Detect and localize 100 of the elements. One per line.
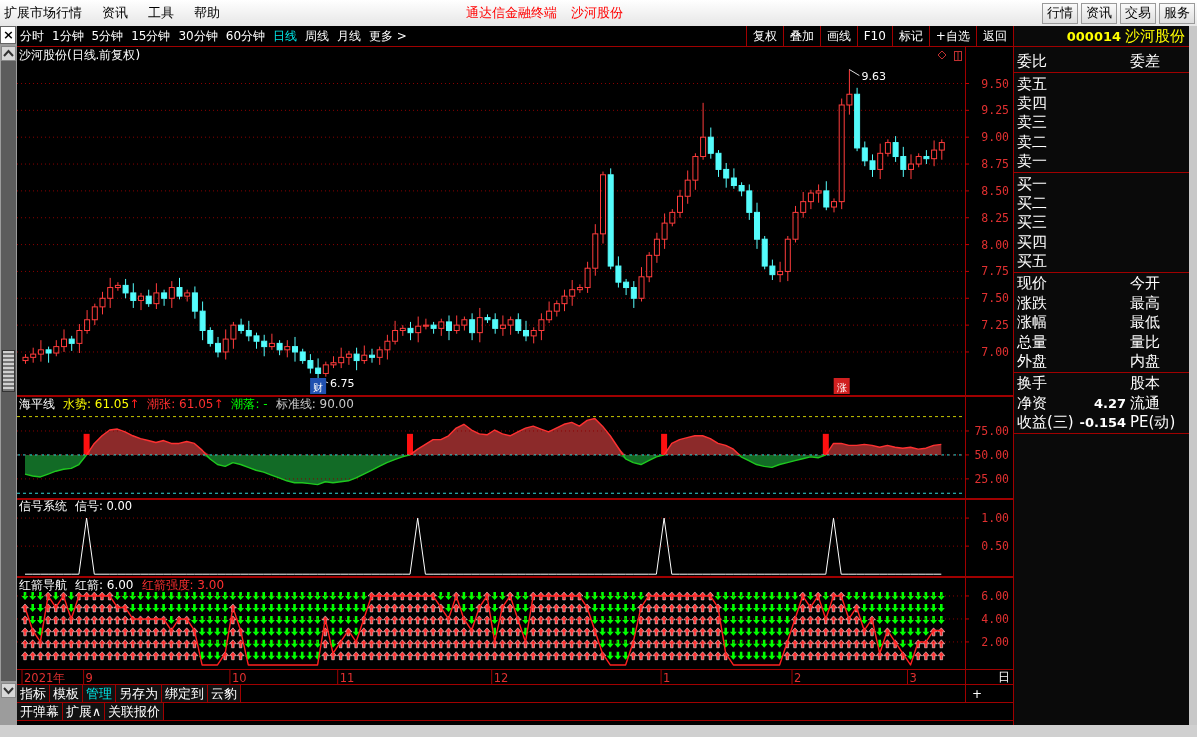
axis-label: 3: [909, 671, 917, 684]
axis-label: 7.75: [981, 264, 1009, 279]
quote-label: 收益(三): [1016, 413, 1075, 433]
axis-label: 25.00: [974, 471, 1009, 486]
legend-text: 水势: 61.05: [62, 398, 130, 411]
price-label: 9.63: [861, 69, 886, 83]
legend-text: 标准线: 90.00: [275, 398, 354, 411]
period-toggle[interactable]: 日: [997, 670, 1013, 684]
axis-label: 2021年: [23, 671, 66, 684]
period-tab[interactable]: 15分钟: [131, 27, 171, 45]
quote-label: 总量: [1016, 332, 1048, 352]
axis-label: 11: [339, 671, 355, 684]
axis-label: 8.00: [981, 237, 1009, 252]
axis-label: 75.00: [974, 423, 1009, 438]
legend-text: 潮落: -: [231, 398, 268, 411]
leader-line: [848, 69, 860, 77]
period-tab[interactable]: 更多 >: [369, 27, 407, 45]
axis-label: 2.00: [981, 634, 1009, 649]
bottom-tab[interactable]: 开弹幕: [16, 703, 63, 720]
marker-tag: 财: [310, 378, 326, 394]
axis-label: 9.25: [981, 103, 1009, 118]
axis-label: 9.50: [981, 76, 1009, 91]
bottom-tab[interactable]: 另存为: [115, 685, 162, 702]
axis-label: 8.75: [981, 157, 1009, 172]
quote-label: 卖五: [1016, 74, 1048, 94]
axis-label: 7.00: [981, 344, 1009, 359]
axis-label: 7.25: [981, 318, 1009, 333]
quote-label: 内盘: [1130, 352, 1162, 372]
bottom-tab[interactable]: 模板: [49, 685, 83, 702]
axis-label: 12: [493, 671, 509, 684]
legend-text: 红箭强度: 3.00: [141, 579, 225, 592]
period-tab[interactable]: 30分钟: [178, 27, 218, 45]
stock-code: 000014: [1066, 28, 1122, 44]
close-button[interactable]: ×: [0, 26, 17, 44]
quote-label: 现价: [1016, 274, 1048, 294]
window-icon: [952, 50, 963, 62]
axis-label: 9: [85, 671, 93, 684]
quote-value: -0.154: [1079, 415, 1127, 431]
banner-text: 沙河股份: [571, 4, 623, 22]
quote-label: 涨幅: [1016, 313, 1048, 333]
top-button[interactable]: 行情: [1042, 2, 1078, 24]
diamond-icon: [936, 50, 947, 60]
scroll-down-icon[interactable]: [0, 683, 16, 698]
bottom-tab[interactable]: 云豹: [207, 685, 241, 702]
quote-label: 委差: [1130, 52, 1162, 72]
quote-label: 卖一: [1016, 152, 1048, 172]
menu-item[interactable]: 帮助: [192, 4, 230, 22]
quote-label: 量比: [1130, 332, 1162, 352]
legend-text: 信号: 0.00: [74, 500, 133, 513]
top-button[interactable]: 服务: [1159, 2, 1195, 24]
period-tab[interactable]: 月线: [337, 27, 362, 45]
quote-label: PE(动): [1130, 413, 1177, 433]
menu-item[interactable]: 工具: [146, 4, 184, 22]
bottom-tab[interactable]: 指标: [16, 685, 50, 702]
quote-label: 流通: [1130, 393, 1162, 413]
bottom-tab[interactable]: 关联报价: [105, 703, 165, 720]
period-tab[interactable]: 60分钟: [225, 27, 266, 45]
bottom-tab[interactable]: 管理: [82, 685, 116, 702]
bottom-tab[interactable]: 绑定到: [161, 685, 208, 702]
axis-label: 8.25: [981, 210, 1009, 225]
axis-label: 0.50: [981, 539, 1009, 554]
axis-label: 4.00: [981, 611, 1009, 626]
stock-name: 沙河股份: [1125, 26, 1186, 46]
period-tab[interactable]: 5分钟: [91, 27, 124, 45]
add-button[interactable]: +: [965, 686, 982, 701]
quote-label: 卖二: [1016, 132, 1048, 152]
legend-text: 海平线: [18, 398, 55, 411]
axis-label: 2: [793, 671, 802, 684]
quote-label: 外盘: [1016, 352, 1048, 372]
axis-label: 10: [231, 671, 247, 684]
top-button[interactable]: 资讯: [1081, 2, 1117, 24]
quote-label: 股本: [1130, 374, 1162, 394]
quote-label: 今开: [1130, 274, 1162, 294]
axis-label: 1.00: [981, 511, 1009, 526]
trend-arrow: ↑: [213, 398, 224, 411]
period-tab[interactable]: 周线: [305, 27, 330, 45]
scroll-up-icon[interactable]: [0, 46, 16, 61]
quote-value: 4.27: [1093, 395, 1127, 411]
scrollbar-thumb[interactable]: [1, 350, 15, 392]
menu-item[interactable]: 扩展市场行情: [2, 4, 92, 22]
axis-label: 1: [663, 671, 671, 684]
quote-label: 涨跌: [1016, 293, 1048, 313]
quote-label: 买三: [1016, 213, 1048, 233]
quote-label: 最高: [1130, 293, 1162, 313]
axis-label: 6.00: [981, 588, 1009, 603]
quote-label: 卖四: [1016, 93, 1048, 113]
bottom-tab[interactable]: 扩展∧: [62, 703, 106, 720]
quote-label: 买四: [1016, 232, 1048, 252]
period-tab[interactable]: 分时: [19, 27, 44, 45]
trend-arrow: ↑: [129, 398, 140, 411]
period-tab[interactable]: 日线: [273, 27, 298, 45]
price-label: 6.75: [330, 376, 355, 390]
quote-label: 净资: [1016, 393, 1048, 413]
top-button[interactable]: 交易: [1120, 2, 1156, 24]
axis-label: 8.50: [981, 183, 1009, 198]
quote-label: 最低: [1130, 313, 1162, 333]
banner-text: 通达信金融终端: [466, 4, 557, 22]
menu-item[interactable]: 资讯: [100, 4, 138, 22]
legend-text: 红箭: 6.00: [74, 579, 134, 592]
period-tab[interactable]: 1分钟: [51, 27, 84, 45]
